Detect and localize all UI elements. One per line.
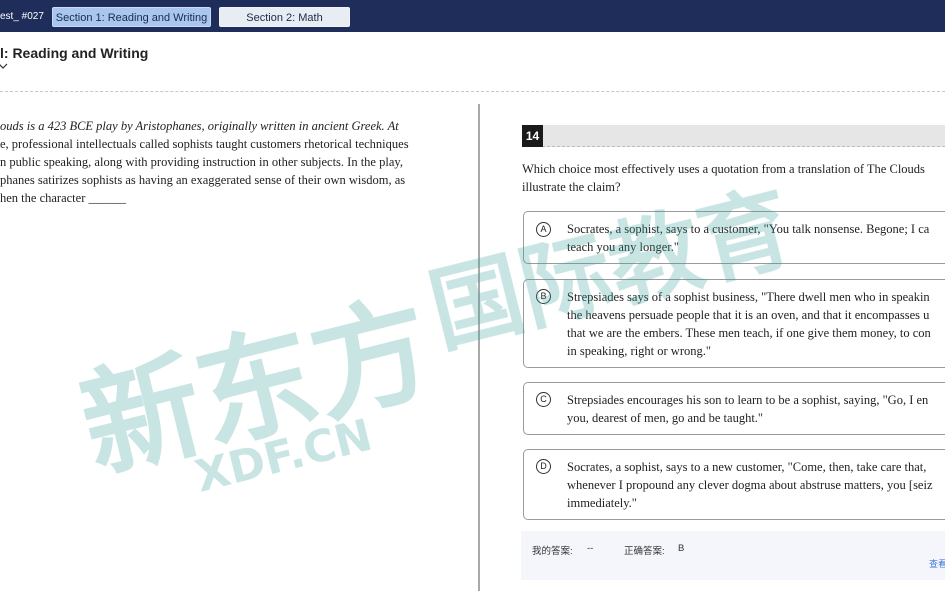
choice-line: Socrates, a sophist, says to a customer,… <box>567 222 930 236</box>
passage: ouds is a 423 BCE play by Aristophanes, … <box>0 117 470 207</box>
choice-c[interactable]: C Strepsiades encourages his son to lear… <box>523 382 945 435</box>
tab-section-1-reading-writing[interactable]: Section 1: Reading and Writing <box>52 7 211 27</box>
my-answer-value: -- <box>587 543 594 554</box>
choice-line: Socrates, a sophist, says to a new custo… <box>567 460 927 474</box>
choice-text: Strepsiades encourages his son to learn … <box>567 391 945 427</box>
choice-letter: C <box>536 392 551 407</box>
question-header-bar <box>522 125 945 147</box>
watermark-logo-text: 新东方 <box>68 278 445 498</box>
my-answer-label: 我的答案: <box>532 546 573 557</box>
chevron-down-icon[interactable] <box>0 62 8 70</box>
choice-text: Socrates, a sophist, says to a customer,… <box>567 220 945 256</box>
passage-line: hen the character ______ <box>0 191 126 205</box>
test-title: est_ #027 <box>0 11 44 22</box>
choice-letter: D <box>536 459 551 474</box>
choice-text: Strepsiades says of a sophist business, … <box>567 288 945 360</box>
choice-b[interactable]: B Strepsiades says of a sophist business… <box>523 279 945 368</box>
choice-line: Strepsiades encourages his son to learn … <box>567 393 929 407</box>
passage-line: e, professional intellectuals called sop… <box>0 137 409 151</box>
section-title: l: Reading and Writing <box>0 45 149 61</box>
passage-line: ouds is a 423 BCE play by Aristophanes, … <box>0 119 399 133</box>
choice-line: immediately." <box>567 496 637 510</box>
correct-answer-label: 正确答案: <box>624 546 665 557</box>
top-bar: est_ #027 Section 1: Reading and Writing… <box>0 0 945 32</box>
choice-line: in speaking, right or wrong." <box>567 344 711 358</box>
header-divider <box>0 91 945 92</box>
choice-line: teach you any longer." <box>567 240 680 254</box>
question-number: 14 <box>522 125 543 147</box>
choice-line: that we are the embers. These men teach,… <box>567 326 931 340</box>
tab-section-2-math[interactable]: Section 2: Math <box>219 7 350 27</box>
answer-bar: 我的答案: -- 正确答案: B 查看 <box>521 531 945 580</box>
choice-line: whenever I propound any clever dogma abo… <box>567 478 933 492</box>
pane-divider[interactable] <box>478 104 480 591</box>
passage-line: n public speaking, along with providing … <box>0 155 403 169</box>
choice-line: the heavens persuade people that it is a… <box>567 308 930 322</box>
choice-line: Strepsiades says of a sophist business, … <box>567 290 930 304</box>
choice-d[interactable]: D Socrates, a sophist, says to a new cus… <box>523 449 945 520</box>
view-explanation-link[interactable]: 查看 <box>929 557 945 570</box>
question-stem: Which choice most effectively uses a quo… <box>522 160 945 196</box>
choice-letter: A <box>536 222 551 237</box>
passage-line: phanes satirizes sophists as having an e… <box>0 173 406 187</box>
correct-answer-value: B <box>678 543 685 554</box>
choice-letter: B <box>536 289 551 304</box>
question-line: Which choice most effectively uses a quo… <box>522 162 925 176</box>
choice-text: Socrates, a sophist, says to a new custo… <box>567 458 945 512</box>
question-line: illustrate the claim? <box>522 180 621 194</box>
choice-line: you, dearest of men, go and be taught." <box>567 411 764 425</box>
choice-a[interactable]: A Socrates, a sophist, says to a custome… <box>523 211 945 264</box>
watermark-site: XDF.CN <box>190 410 377 503</box>
